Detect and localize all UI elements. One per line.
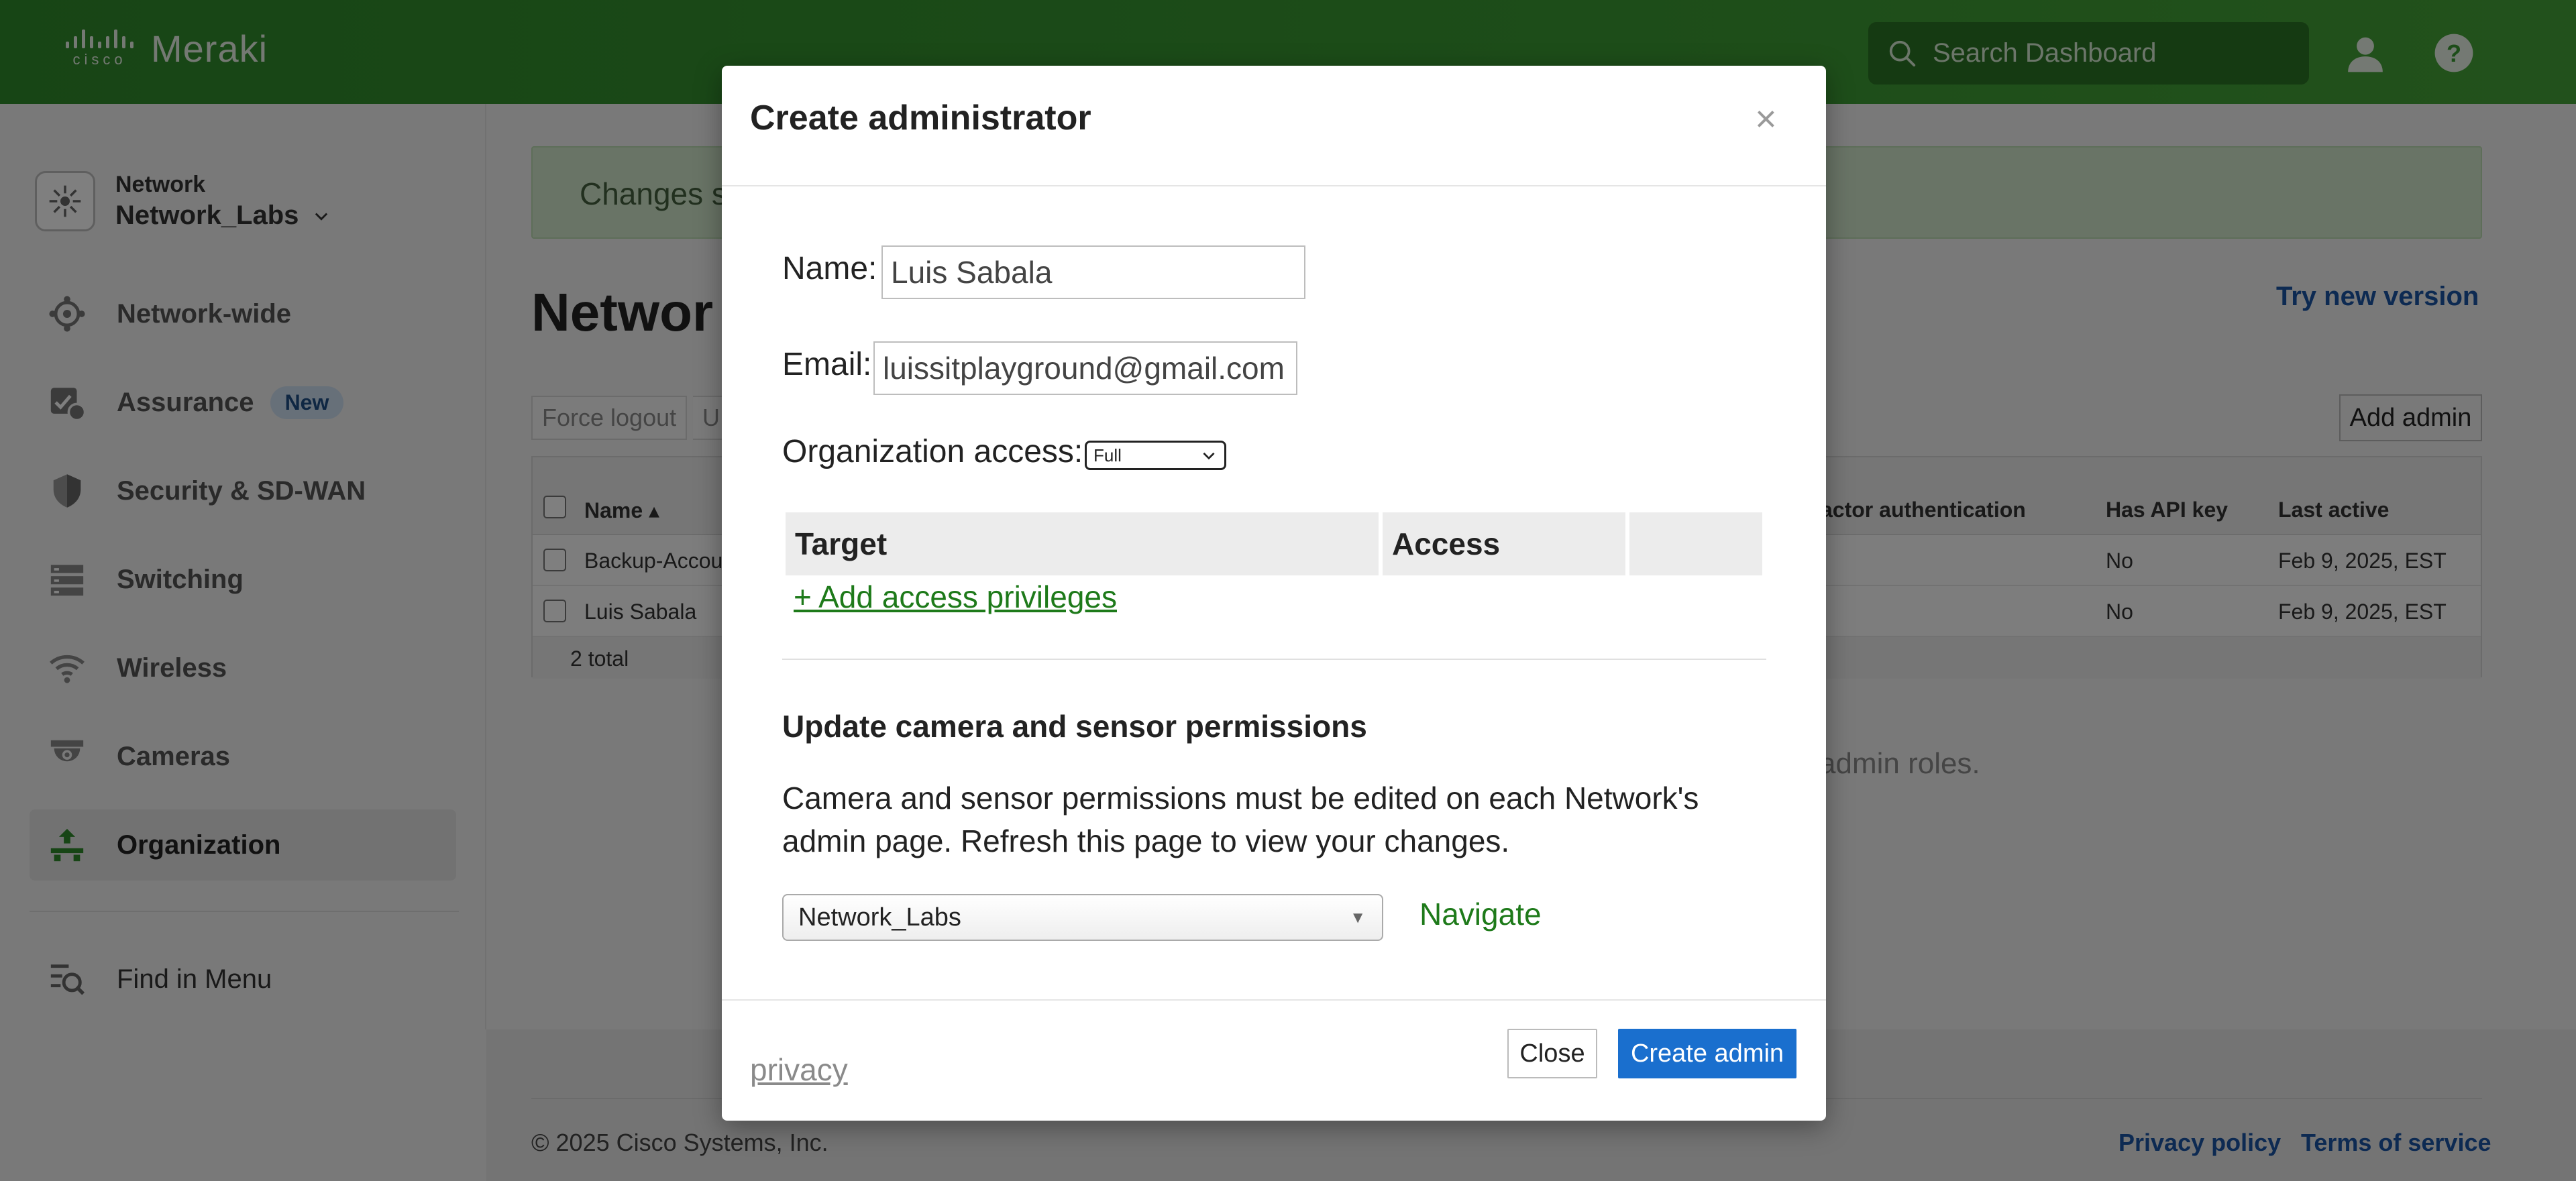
chevron-down-icon <box>1203 452 1215 460</box>
org-access-value: Full <box>1093 445 1122 465</box>
modal-header: Create administrator × <box>722 66 1826 186</box>
modal-footer-divider <box>722 999 1826 1001</box>
create-admin-button[interactable]: Create admin <box>1618 1029 1796 1078</box>
close-icon[interactable]: × <box>1755 97 1777 140</box>
dropdown-caret-icon: ▼ <box>1350 909 1366 927</box>
modal-title: Create administrator <box>750 99 1091 137</box>
privacy-link[interactable]: privacy <box>750 1052 848 1088</box>
email-label: Email: <box>782 347 872 382</box>
email-input[interactable]: luissitplayground@gmail.com <box>873 341 1297 395</box>
actions-column-header <box>1629 512 1762 575</box>
target-column-header: Target <box>786 512 1379 575</box>
camera-permissions-title: Update camera and sensor permissions <box>782 709 1367 744</box>
name-input[interactable]: Luis Sabala <box>881 245 1305 299</box>
name-label: Name: <box>782 251 877 286</box>
org-access-select[interactable]: Full <box>1085 441 1226 470</box>
navigate-link[interactable]: Navigate <box>1419 896 1542 932</box>
network-dropdown-value: Network_Labs <box>798 903 961 932</box>
network-dropdown[interactable]: Network_Labs ▼ <box>782 894 1383 941</box>
camera-permissions-text: Camera and sensor permissions must be ed… <box>782 781 1699 858</box>
org-access-label: Organization access: <box>782 434 1083 469</box>
close-button[interactable]: Close <box>1507 1029 1597 1078</box>
section-divider <box>782 659 1766 660</box>
access-column-header: Access <box>1383 512 1625 575</box>
create-admin-modal: Create administrator × Name: Luis Sabala… <box>722 66 1826 1121</box>
add-access-privileges-link[interactable]: + Add access privileges <box>794 579 1117 615</box>
